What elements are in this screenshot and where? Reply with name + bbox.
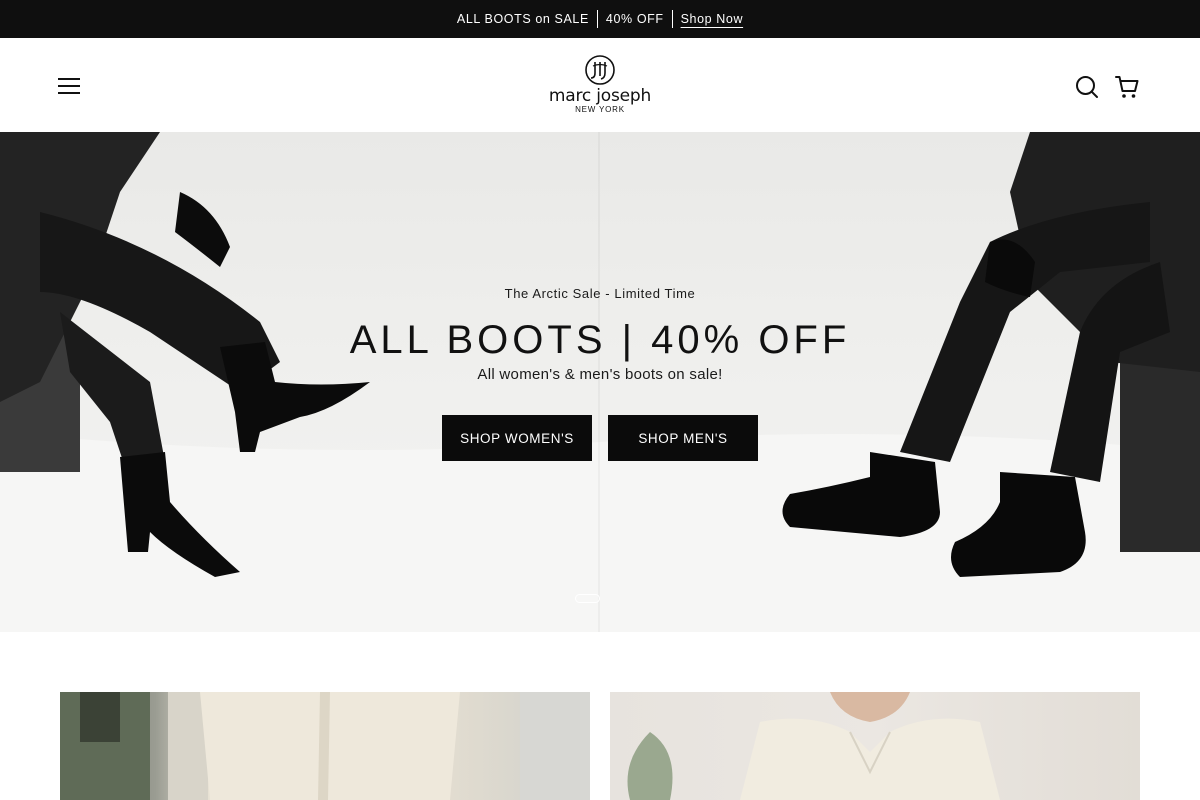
menu-button[interactable] bbox=[58, 76, 82, 94]
hero-banner[interactable]: The Arctic Sale - Limited Time ALL BOOTS… bbox=[0, 132, 1200, 632]
monogram-icon bbox=[585, 55, 615, 85]
search-icon bbox=[1076, 76, 1098, 98]
shop-mens-button[interactable]: SHOP MEN'S bbox=[608, 415, 758, 461]
brand-subtitle: NEW YORK bbox=[575, 105, 625, 114]
mens-category-image bbox=[60, 692, 590, 800]
search-button[interactable] bbox=[1074, 74, 1100, 100]
announcement-text-discount: 40% OFF bbox=[605, 12, 664, 26]
shop-now-link[interactable]: Shop Now bbox=[673, 10, 751, 28]
slide-indicator-dot[interactable] bbox=[575, 594, 600, 603]
brand-logo[interactable]: marc joseph NEW YORK bbox=[540, 54, 660, 120]
hero-content: The Arctic Sale - Limited Time ALL BOOTS… bbox=[0, 132, 1200, 632]
hero-headline: ALL BOOTS | 40% OFF bbox=[349, 318, 851, 362]
cart-icon bbox=[1115, 76, 1139, 98]
category-tile-mens[interactable] bbox=[60, 692, 590, 800]
hero-kicker: The Arctic Sale - Limited Time bbox=[504, 286, 696, 301]
site-header: marc joseph NEW YORK bbox=[0, 38, 1200, 132]
shop-womens-button[interactable]: SHOP WOMEN'S bbox=[442, 415, 592, 461]
womens-category-image bbox=[627, 692, 1000, 800]
announcement-bar: ALL BOOTS on SALE 40% OFF Shop Now bbox=[0, 0, 1200, 38]
announcement-text-sale: ALL BOOTS on SALE bbox=[456, 12, 589, 26]
category-tile-womens[interactable] bbox=[610, 692, 1140, 800]
hero-subhead: All women's & men's boots on sale! bbox=[477, 366, 723, 383]
menu-icon bbox=[58, 78, 80, 80]
cart-button[interactable] bbox=[1114, 74, 1140, 100]
category-tiles bbox=[0, 632, 1200, 800]
brand-name: marc joseph bbox=[548, 86, 652, 106]
